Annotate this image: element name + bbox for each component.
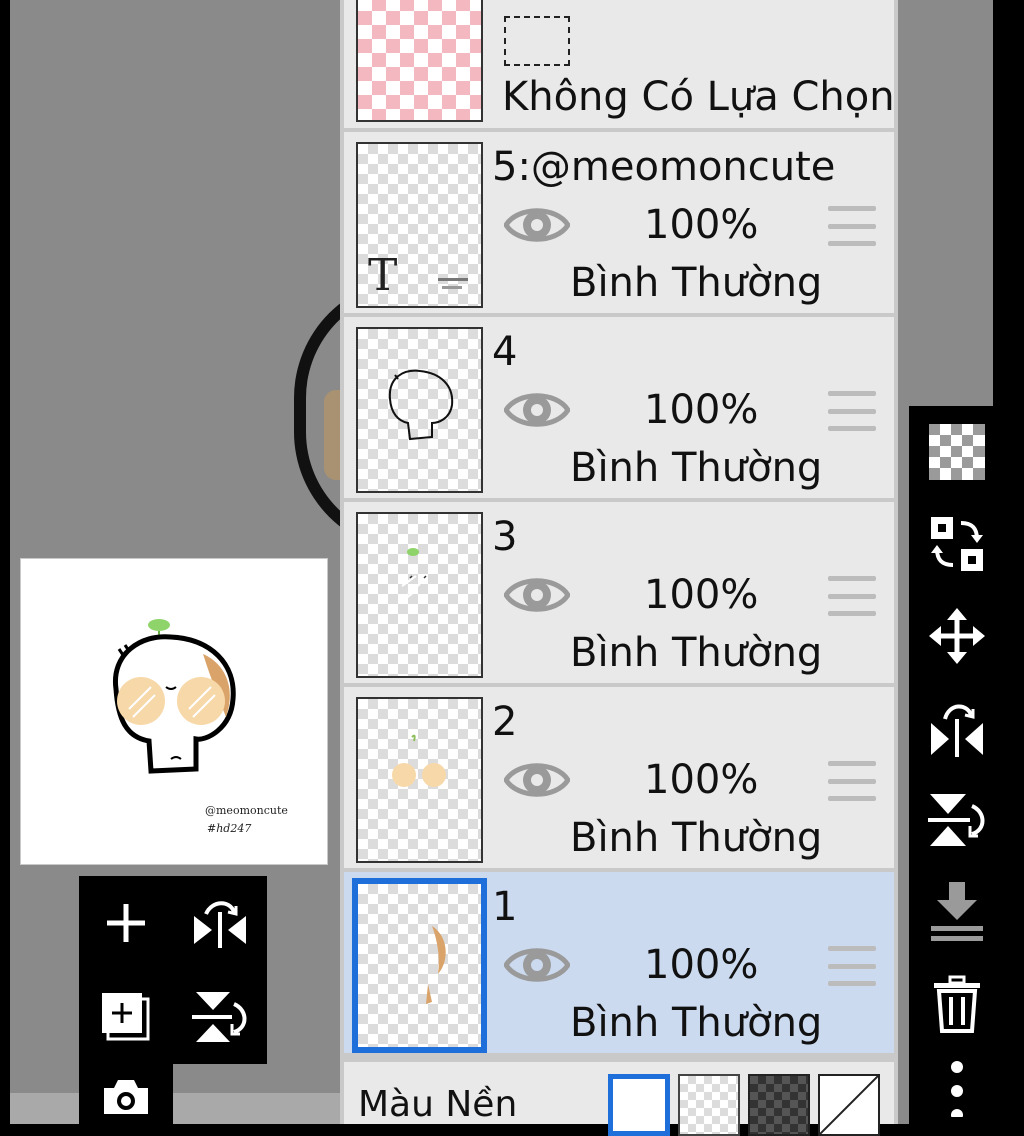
background-none-swatch[interactable] xyxy=(818,1074,880,1136)
layer-blend-mode[interactable]: Bình Thường xyxy=(570,815,822,861)
layer-toolbox xyxy=(79,876,267,1064)
swap-layer-button[interactable] xyxy=(909,498,1004,590)
layer-row-3[interactable]: 3 100% Bình Thường xyxy=(344,502,894,687)
layer-opacity[interactable]: 100% xyxy=(644,757,758,803)
eye-icon xyxy=(503,578,571,612)
flip-vertical-icon xyxy=(927,794,984,846)
layer-blend-mode[interactable]: Bình Thường xyxy=(570,630,822,676)
thumbnail-text-scribble xyxy=(438,278,468,281)
layer-opacity[interactable]: 100% xyxy=(644,942,758,988)
background-color-label: Màu Nền xyxy=(358,1084,518,1125)
preview-character-illustration xyxy=(112,619,236,774)
visibility-toggle[interactable] xyxy=(503,942,571,992)
flip-vertical-icon xyxy=(192,992,247,1042)
visibility-toggle[interactable] xyxy=(503,757,571,807)
thumbnail-highlight-drawing xyxy=(401,548,427,601)
transparency-icon xyxy=(928,424,985,480)
more-options-button[interactable] xyxy=(909,1050,1004,1124)
drag-handle-icon[interactable] xyxy=(828,946,876,986)
drag-handle-icon[interactable] xyxy=(828,761,876,801)
navigator-preview[interactable]: @meomoncute #hd247 xyxy=(20,558,328,865)
layer-blend-mode[interactable]: Bình Thường xyxy=(570,260,822,306)
right-toolbar xyxy=(909,406,1024,1124)
visibility-toggle[interactable] xyxy=(503,572,571,622)
layer-blend-mode[interactable]: Bình Thường xyxy=(570,1000,822,1046)
camera-button[interactable] xyxy=(79,1064,173,1124)
swap-layer-icon xyxy=(930,517,983,571)
thumbnail-cheeks-drawing xyxy=(392,734,446,787)
more-icon xyxy=(950,1061,963,1117)
layer-thumbnail xyxy=(356,327,483,493)
thumbnail-text-scribble xyxy=(442,286,462,289)
layer-opacity[interactable]: 100% xyxy=(644,387,758,433)
layer-name: 1 xyxy=(492,884,518,930)
flip-horizontal-button[interactable] xyxy=(173,876,267,970)
layer-thumbnail xyxy=(356,697,483,863)
drag-handle-icon[interactable] xyxy=(828,576,876,616)
preview-watermark-tag: #hd247 xyxy=(207,822,252,835)
preview-watermark-handle: @meomoncute xyxy=(205,804,288,817)
move-icon xyxy=(928,608,985,664)
thumbnail-shading-drawing xyxy=(426,926,446,1004)
selection-status-label: Không Có Lựa Chọn xyxy=(502,74,895,120)
layer-thumbnail xyxy=(356,512,483,678)
layer-toolbox-extension xyxy=(79,1064,173,1124)
layer-row-1[interactable]: 1 100% Bình Thường xyxy=(344,872,894,1057)
delete-layer-button[interactable] xyxy=(909,958,1004,1050)
layer-name: 2 xyxy=(492,699,518,745)
flip-horizontal-icon xyxy=(930,704,983,757)
flip-horizontal-icon xyxy=(194,901,246,948)
selection-thumbnail xyxy=(356,0,483,122)
eye-icon xyxy=(503,948,571,982)
add-copy-layer-icon xyxy=(102,993,150,1041)
layer-name: 4 xyxy=(492,329,518,375)
layer-opacity[interactable]: 100% xyxy=(644,202,758,248)
layer-row-4[interactable]: 4 100% Bình Thường xyxy=(344,317,894,502)
background-transparent-swatch[interactable] xyxy=(678,1074,740,1136)
add-copy-layer-button[interactable] xyxy=(79,970,173,1064)
drag-handle-icon[interactable] xyxy=(828,391,876,431)
flip-vertical-button[interactable] xyxy=(173,970,267,1064)
layer-thumbnail: T xyxy=(356,142,483,308)
flip-horizontal-button[interactable] xyxy=(909,682,1004,774)
visibility-toggle[interactable] xyxy=(503,202,571,252)
layer-blend-mode[interactable]: Bình Thường xyxy=(570,445,822,491)
selection-marquee-icon xyxy=(504,16,570,66)
background-color-row: Màu Nền xyxy=(344,1062,894,1136)
move-button[interactable] xyxy=(909,590,1004,682)
selection-layer-row[interactable]: Không Có Lựa Chọn xyxy=(344,0,895,132)
layer-thumbnail xyxy=(352,878,487,1053)
background-white-swatch[interactable] xyxy=(608,1074,670,1136)
thumbnail-outline-drawing xyxy=(388,369,454,441)
merge-down-button[interactable] xyxy=(909,866,1004,958)
camera-icon xyxy=(104,1080,148,1114)
merge-down-icon xyxy=(930,882,983,941)
eye-icon xyxy=(503,393,571,427)
layer-row-2[interactable]: 2 100% Bình Thường xyxy=(344,687,894,872)
layer-panel: Không Có Lựa Chọn T 5:@meomoncute 100% B… xyxy=(340,0,898,1136)
layer-row-5[interactable]: T 5:@meomoncute 100% Bình Thường xyxy=(344,132,894,317)
layer-name: 3 xyxy=(492,514,518,560)
transparency-button[interactable] xyxy=(909,406,1004,498)
eye-icon xyxy=(503,763,571,797)
add-layer-button[interactable] xyxy=(79,876,173,970)
flip-vertical-button[interactable] xyxy=(909,774,1004,866)
visibility-toggle[interactable] xyxy=(503,387,571,437)
add-layer-icon xyxy=(107,904,145,942)
layer-name: 5:@meomoncute xyxy=(492,144,836,190)
slash-icon xyxy=(820,1076,878,1134)
text-layer-icon: T xyxy=(368,250,398,301)
drag-handle-icon[interactable] xyxy=(828,206,876,246)
trash-icon xyxy=(933,975,980,1033)
layer-opacity[interactable]: 100% xyxy=(644,572,758,618)
background-dark-checker-swatch[interactable] xyxy=(748,1074,810,1136)
eye-icon xyxy=(503,208,571,242)
canvas-bottom-band xyxy=(10,1093,340,1124)
